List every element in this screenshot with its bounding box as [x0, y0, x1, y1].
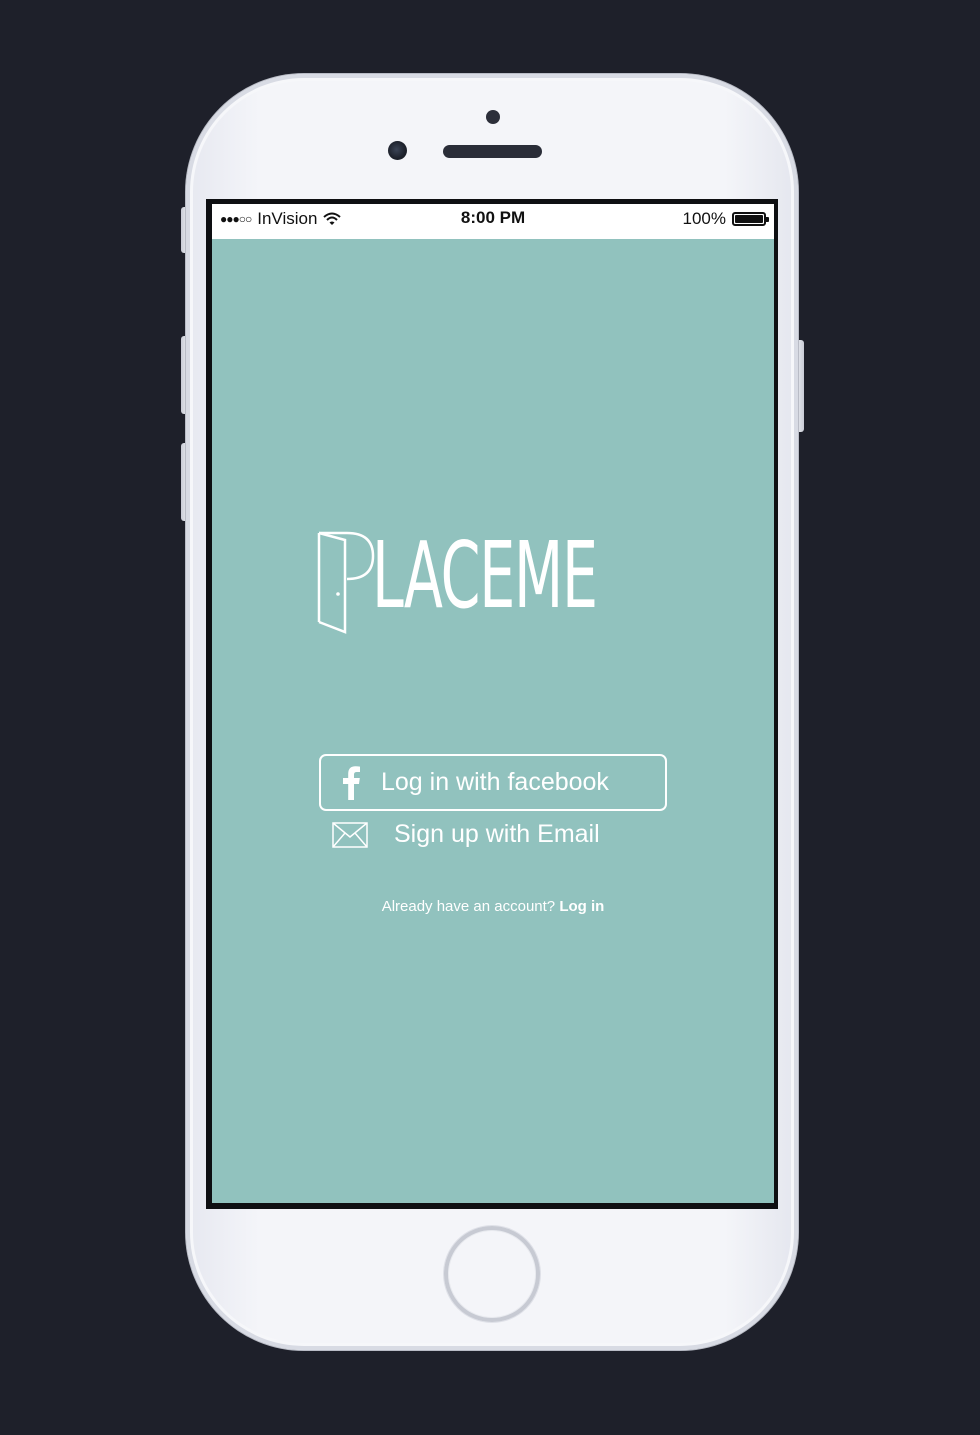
battery-percent: 100% — [682, 209, 726, 228]
app-logo: LACEME — [317, 522, 677, 636]
login-link[interactable]: Log in — [559, 898, 604, 915]
email-signup-label: Sign up with Email — [394, 820, 600, 848]
battery-level — [735, 215, 763, 223]
facebook-icon — [343, 766, 360, 800]
facebook-login-label: Log in with facebook — [381, 768, 609, 796]
app-screen — [212, 239, 774, 1203]
door-p-logo-icon — [317, 531, 375, 634]
login-prompt-text: Already have an account? — [381, 898, 556, 915]
logo-wordmark: LACEME — [372, 522, 598, 629]
facebook-login-button[interactable]: Log in with facebook — [319, 754, 667, 811]
email-signup-button[interactable]: Sign up with Email — [319, 813, 667, 859]
proximity-sensor — [486, 110, 500, 124]
front-camera — [388, 141, 407, 160]
battery-icon — [732, 212, 769, 226]
home-button[interactable] — [444, 1226, 540, 1322]
battery-tip — [766, 217, 769, 222]
earpiece-speaker — [443, 145, 542, 158]
status-right: 100% — [682, 209, 769, 229]
envelope-icon — [332, 822, 368, 848]
login-prompt: Already have an account? Log in — [212, 898, 774, 915]
status-bar: ●●●○○ InVision 8:00 PM 100% — [212, 204, 774, 239]
